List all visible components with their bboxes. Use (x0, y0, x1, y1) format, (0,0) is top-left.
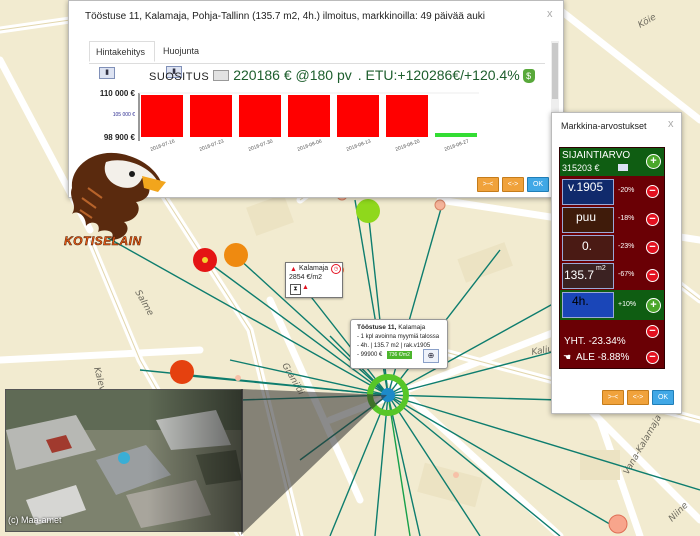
copyright-text: (c) Maa-amet (8, 515, 62, 525)
factor-pct: +10% (618, 301, 637, 308)
camera-icon (618, 164, 628, 171)
district-tooltip[interactable]: ▲ Kalamaja ◷ 2854 €/m2 ⧗ ▲ (285, 262, 343, 298)
x-tick-label: 2018-08-20 (395, 138, 421, 152)
property-price: - 99900 € (357, 352, 383, 358)
valuation-factors: SIJAINTIARVO 315203 € + v.1905 -20% − pu… (559, 147, 665, 369)
factor-rooms: 4h. +10% + (560, 290, 664, 320)
remove-button[interactable]: − (646, 351, 659, 364)
location-amount: 315203 € (562, 163, 600, 173)
panel-title: Markkina-arvostukset (561, 121, 647, 131)
listing-marker[interactable] (356, 199, 380, 223)
aerial-view-cone (241, 389, 387, 535)
factor-label: 0. (582, 239, 593, 253)
add-button[interactable]: + (646, 298, 661, 313)
remove-button[interactable]: − (646, 213, 659, 226)
close-icon[interactable]: x (668, 118, 674, 130)
remove-button[interactable]: − (646, 325, 659, 338)
property-title: Tööstuse 11, (357, 324, 397, 331)
hand-icon: ☚ (563, 352, 572, 362)
property-district: Kalamaja (398, 324, 426, 331)
property-line: - 1 kpl avoinna myymiä talossa (357, 334, 440, 340)
listing-marker[interactable] (608, 514, 628, 534)
location-label: SIJAINTIARVO (562, 150, 631, 161)
logo-text: KOTISELAIN (64, 234, 142, 249)
price-bar (337, 95, 379, 137)
x-tick-label: 2018-07-30 (248, 138, 274, 152)
factor-pct: -20% (618, 187, 635, 194)
factor-label: v.1905 (568, 180, 604, 194)
expand-button[interactable]: <-> (502, 177, 524, 192)
factor-label: 135.7 (564, 268, 595, 282)
price-bar (141, 95, 183, 137)
x-tick-label: 2018-08-27 (444, 138, 470, 152)
factor-floor: 0. -23% − (560, 234, 664, 262)
listing-marker[interactable] (170, 360, 194, 384)
factor-unit: m2 (596, 265, 606, 272)
price-bar (190, 95, 232, 137)
home-icon: ▲ (290, 266, 297, 273)
expand-button[interactable]: <-> (627, 390, 649, 405)
x-tick-label: 2018-07-23 (199, 138, 225, 152)
factor-label: 4h. (572, 294, 589, 308)
discount: ALE -8.88% (576, 352, 630, 363)
property-tooltip[interactable]: Tööstuse 11, Kalamaja - 1 kpl avoinna my… (350, 319, 448, 369)
factor-year: v.1905 -20% − (560, 178, 664, 206)
ok-button[interactable]: OK (652, 390, 674, 405)
market-valuation-panel: Markkina-arvostukset x SIJAINTIARVO 3152… (551, 112, 682, 414)
remove-button[interactable]: − (646, 241, 659, 254)
price-bar (239, 95, 281, 137)
remove-button[interactable]: − (646, 185, 659, 198)
home-icon: ▲ (302, 284, 309, 291)
remove-button[interactable]: − (646, 269, 659, 282)
total-adjustment: YHT. -23.34% (564, 336, 626, 347)
eagle-icon (71, 152, 166, 240)
listing-marker[interactable] (224, 243, 248, 267)
zoom-icon[interactable]: ⊕ (423, 349, 439, 363)
price-bar (386, 95, 428, 137)
factor-pct: -23% (618, 243, 635, 250)
hourglass-icon[interactable]: ⧗ (290, 284, 301, 295)
factor-pct: -18% (618, 215, 635, 222)
district-price: 2854 €/m2 (289, 274, 323, 281)
scrollbar-thumb[interactable] (552, 43, 558, 99)
x-tick-label: 2018-08-06 (297, 138, 323, 152)
factor-area: 135.7 m2 -67% − (560, 262, 664, 290)
property-line: - 4h. | 135.7 m2 | rak.v1905 (357, 343, 431, 349)
price-bar (288, 95, 330, 137)
aerial-photo[interactable] (5, 389, 243, 532)
factor-pct: -67% (618, 271, 635, 278)
factor-material: puu -18% − (560, 206, 664, 234)
x-tick-label: 2018-08-13 (346, 138, 372, 152)
ok-button[interactable]: OK (527, 177, 549, 192)
clock-icon[interactable]: ◷ (331, 264, 341, 274)
price-bar (435, 133, 477, 137)
listing-marker[interactable] (434, 199, 446, 211)
kotiselain-logo: KOTISELAIN (62, 148, 170, 254)
add-button[interactable]: + (646, 154, 661, 169)
district-name: Kalamaja (299, 265, 329, 272)
price-per-m2-badge: 736 €/m2 (387, 351, 412, 359)
shrink-button[interactable]: >-< (602, 390, 624, 405)
aerial-image (6, 390, 242, 531)
factor-label: puu (576, 210, 597, 224)
location-value: SIJAINTIARVO 315203 € + (560, 148, 664, 176)
shrink-button[interactable]: >-< (477, 177, 499, 192)
